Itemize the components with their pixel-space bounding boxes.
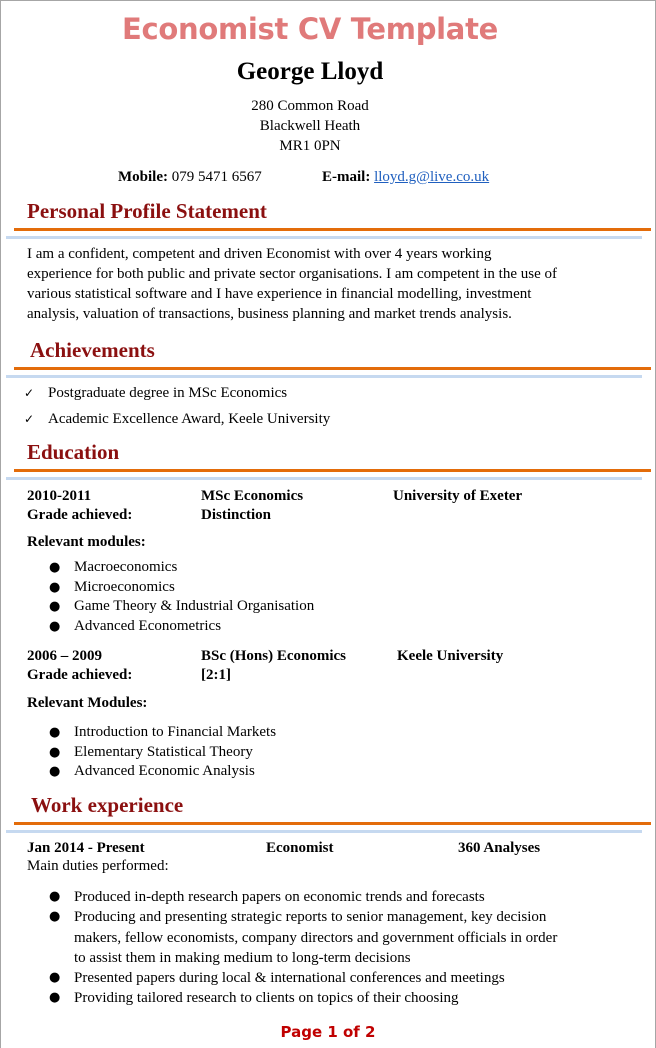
section-title-profile: Personal Profile Statement [27,199,267,223]
address-line-1: 280 Common Road [251,98,369,114]
modules-list: ● Macroeconomics ● Microeconomics ● Game Th… [0,558,614,637]
email-link[interactable]: lloyd.g@live.co.uk [374,169,489,185]
education-institution: University of Exeter [393,488,523,504]
work-role: Economist [266,840,334,856]
bullet-icon: ● [49,579,61,595]
list-item: ● Game Theory & Industrial Organisation [0,597,614,617]
section-rule-orange [14,822,651,825]
education-degree: BSc (Hons) Economics [201,648,347,664]
mobile-value: 079 5471 6567 [171,169,262,185]
section-rule-blue [6,477,642,480]
education-institution: Keele University [397,648,504,664]
bullet-icon: ● [49,619,61,635]
bullet-icon: ● [49,560,61,575]
list-item: ● Elementary Statistical Theory [0,743,614,763]
email-contact: E-mail: lloyd.g@live.co.uk [322,169,489,186]
work-dates: Jan 2014 - Present [27,840,145,856]
profile-line: I am a confident, competent and driven E… [27,246,492,262]
bullet-icon: ● [49,764,61,780]
check-icon: ✓ [24,386,35,400]
grade-label: Grade achieved: [27,667,133,683]
duties-list: ● Produced in-depth research papers on ec… [0,887,614,1009]
bullet-icon: ● [49,725,61,740]
document-title: Economist CV Template [121,12,498,46]
duties-label: Main duties performed: [27,858,169,874]
list-item: ● Producing and presenting strategic repo… [49,909,558,966]
section-rule-blue [6,236,642,239]
list-item: ● Presented papers during local & interna… [0,968,614,988]
address-line-2: Blackwell Heath [259,118,361,134]
achievement-item: ✓ Academic Excellence Award, Keele Univer… [24,411,331,427]
bullet-icon: ● [49,889,61,904]
candidate-name: George Lloyd [236,58,384,85]
section-rule-orange [14,469,651,472]
profile-line: experience for both public and private s… [27,266,557,282]
list-item: ● Advanced Economic Analysis [0,762,614,782]
list-item: ● Macroeconomics [0,558,614,578]
modules-label: Relevant modules: [27,534,146,550]
section-rule-orange [14,228,651,231]
list-item: ● Providing tailored research to clients … [0,988,614,1008]
bullet-icon: ● [49,599,61,615]
list-item: ● Advanced Econometrics [0,617,614,637]
modules-list: ● Introduction to Financial Markets ● Elem… [0,723,614,782]
list-item: ● Microeconomics [0,578,614,598]
bullet-icon: ● [49,909,61,925]
grade-label: Grade achieved: [27,507,133,523]
bullet-icon: ● [49,744,61,760]
bullet-icon: ● [49,990,61,1006]
section-rule-orange [14,367,651,370]
mobile-label: Mobile: [118,169,168,185]
education-dates: 2010-2011 [27,488,92,504]
grade-value: Distinction [201,507,272,523]
profile-line: various statistical software and I have … [27,286,532,302]
profile-line: analysis, valuation of transactions, bus… [27,306,512,322]
work-company: 360 Analyses [458,840,541,856]
education-dates: 2006 – 2009 [27,648,102,664]
profile-statement: I am a confident, competent and driven E… [27,244,607,324]
list-item: ● Produced in-depth research papers on ec… [0,887,614,907]
email-label: E-mail: [322,169,371,185]
page-number: Page 1 of 2 [280,1023,376,1041]
modules-label: Relevant Modules: [27,695,148,711]
section-rule-blue [6,375,642,378]
section-title-work: Work experience [31,793,184,817]
section-title-education: Education [27,440,120,464]
mobile-contact: Mobile: 079 5471 6567 [118,169,262,186]
achievement-item: ✓ Postgraduate degree in MSc Economics [24,385,288,401]
bullet-icon: ● [49,970,61,986]
check-icon: ✓ [24,412,35,426]
grade-value: [2:1] [201,667,231,683]
education-degree: MSc Economics [201,488,304,504]
section-title-achievements: Achievements [30,338,155,362]
address-line-3: MR1 0PN [279,138,341,154]
section-rule-blue [6,830,642,833]
list-item: ● Introduction to Financial Markets [0,723,614,743]
